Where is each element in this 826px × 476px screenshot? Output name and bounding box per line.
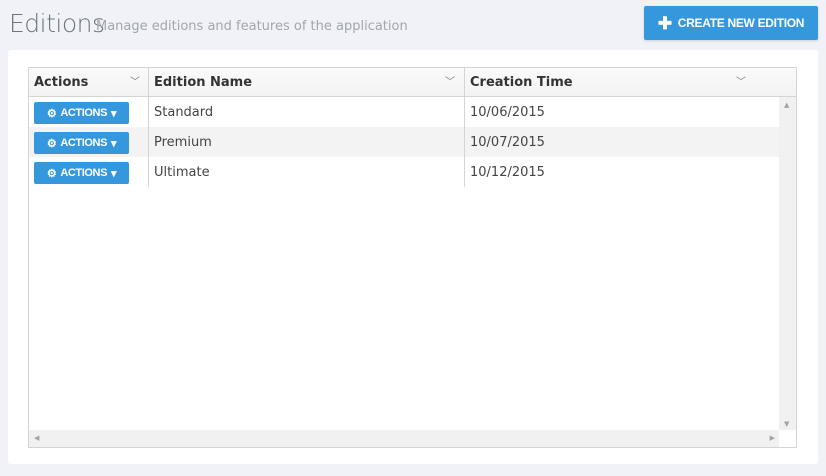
vertical-scrollbar[interactable]: ▲ ▼ — [779, 97, 796, 432]
caret-down-icon: ▾ — [111, 167, 117, 180]
column-title: Actions — [34, 75, 89, 90]
chevron-down-icon[interactable]: ﹀ — [130, 73, 140, 88]
actions-button[interactable]: ⚙ ACTIONS ▾ — [34, 132, 129, 154]
creation-time-cell: 10/12/2015 — [470, 165, 545, 180]
page-title: Editions — [9, 9, 105, 38]
actions-label: ACTIONS — [60, 107, 108, 119]
create-new-edition-button[interactable]: ✚ CREATE NEW EDITION — [644, 6, 818, 40]
editions-card: Actions ﹀ Edition Name ﹀ Creation Time ﹀ ⚙ A… — [8, 50, 818, 464]
editions-grid: Actions ﹀ Edition Name ﹀ Creation Time ﹀ ⚙ A… — [28, 67, 797, 448]
page-subtitle: Manage editions and features of the appl… — [96, 19, 408, 34]
edition-name-cell: Standard — [149, 97, 465, 127]
column-header-creation-time[interactable]: Creation Time ﹀ — [465, 68, 780, 96]
table-row: ⚙ ACTIONS ▾ Standard 10/06/2015 — [29, 97, 780, 127]
gear-icon: ⚙ — [46, 137, 57, 150]
edition-name-cell: Premium — [149, 127, 465, 157]
creation-time-cell: 10/07/2015 — [470, 135, 545, 150]
gear-icon: ⚙ — [46, 107, 57, 120]
scroll-right-icon[interactable]: ▶ — [770, 434, 775, 442]
scrollbar-corner — [779, 430, 796, 447]
scroll-left-icon[interactable]: ◀ — [34, 434, 39, 442]
actions-label: ACTIONS — [60, 167, 108, 179]
chevron-down-icon[interactable]: ﹀ — [445, 73, 455, 88]
table-row: ⚙ ACTIONS ▾ Premium 10/07/2015 — [29, 127, 780, 157]
actions-button[interactable]: ⚙ ACTIONS ▾ — [34, 102, 129, 124]
column-header-edition-name[interactable]: Edition Name ﹀ — [149, 68, 465, 96]
horizontal-scrollbar[interactable]: ◀ ▶ — [29, 430, 780, 447]
gear-icon: ⚙ — [46, 167, 57, 180]
chevron-down-icon[interactable]: ﹀ — [736, 73, 746, 88]
table-row: ⚙ ACTIONS ▾ Ultimate 10/12/2015 — [29, 157, 780, 187]
scroll-up-icon[interactable]: ▲ — [784, 101, 789, 109]
edition-name-cell: Ultimate — [149, 157, 465, 187]
caret-down-icon: ▾ — [111, 107, 117, 120]
actions-button[interactable]: ⚙ ACTIONS ▾ — [34, 162, 129, 184]
column-header-actions[interactable]: Actions ﹀ — [29, 68, 149, 96]
creation-time-cell: 10/06/2015 — [470, 105, 545, 120]
actions-label: ACTIONS — [60, 137, 108, 149]
column-title: Edition Name — [154, 75, 253, 90]
plus-icon: ✚ — [657, 13, 672, 33]
grid-body: ⚙ ACTIONS ▾ Standard 10/06/2015 ⚙ ACTIONS ▾ … — [29, 97, 780, 432]
scroll-down-icon[interactable]: ▼ — [784, 420, 789, 428]
column-title: Creation Time — [470, 75, 573, 90]
caret-down-icon: ▾ — [111, 137, 117, 150]
grid-header: Actions ﹀ Edition Name ﹀ Creation Time ﹀ — [29, 68, 796, 97]
create-label: CREATE NEW EDITION — [677, 16, 805, 30]
